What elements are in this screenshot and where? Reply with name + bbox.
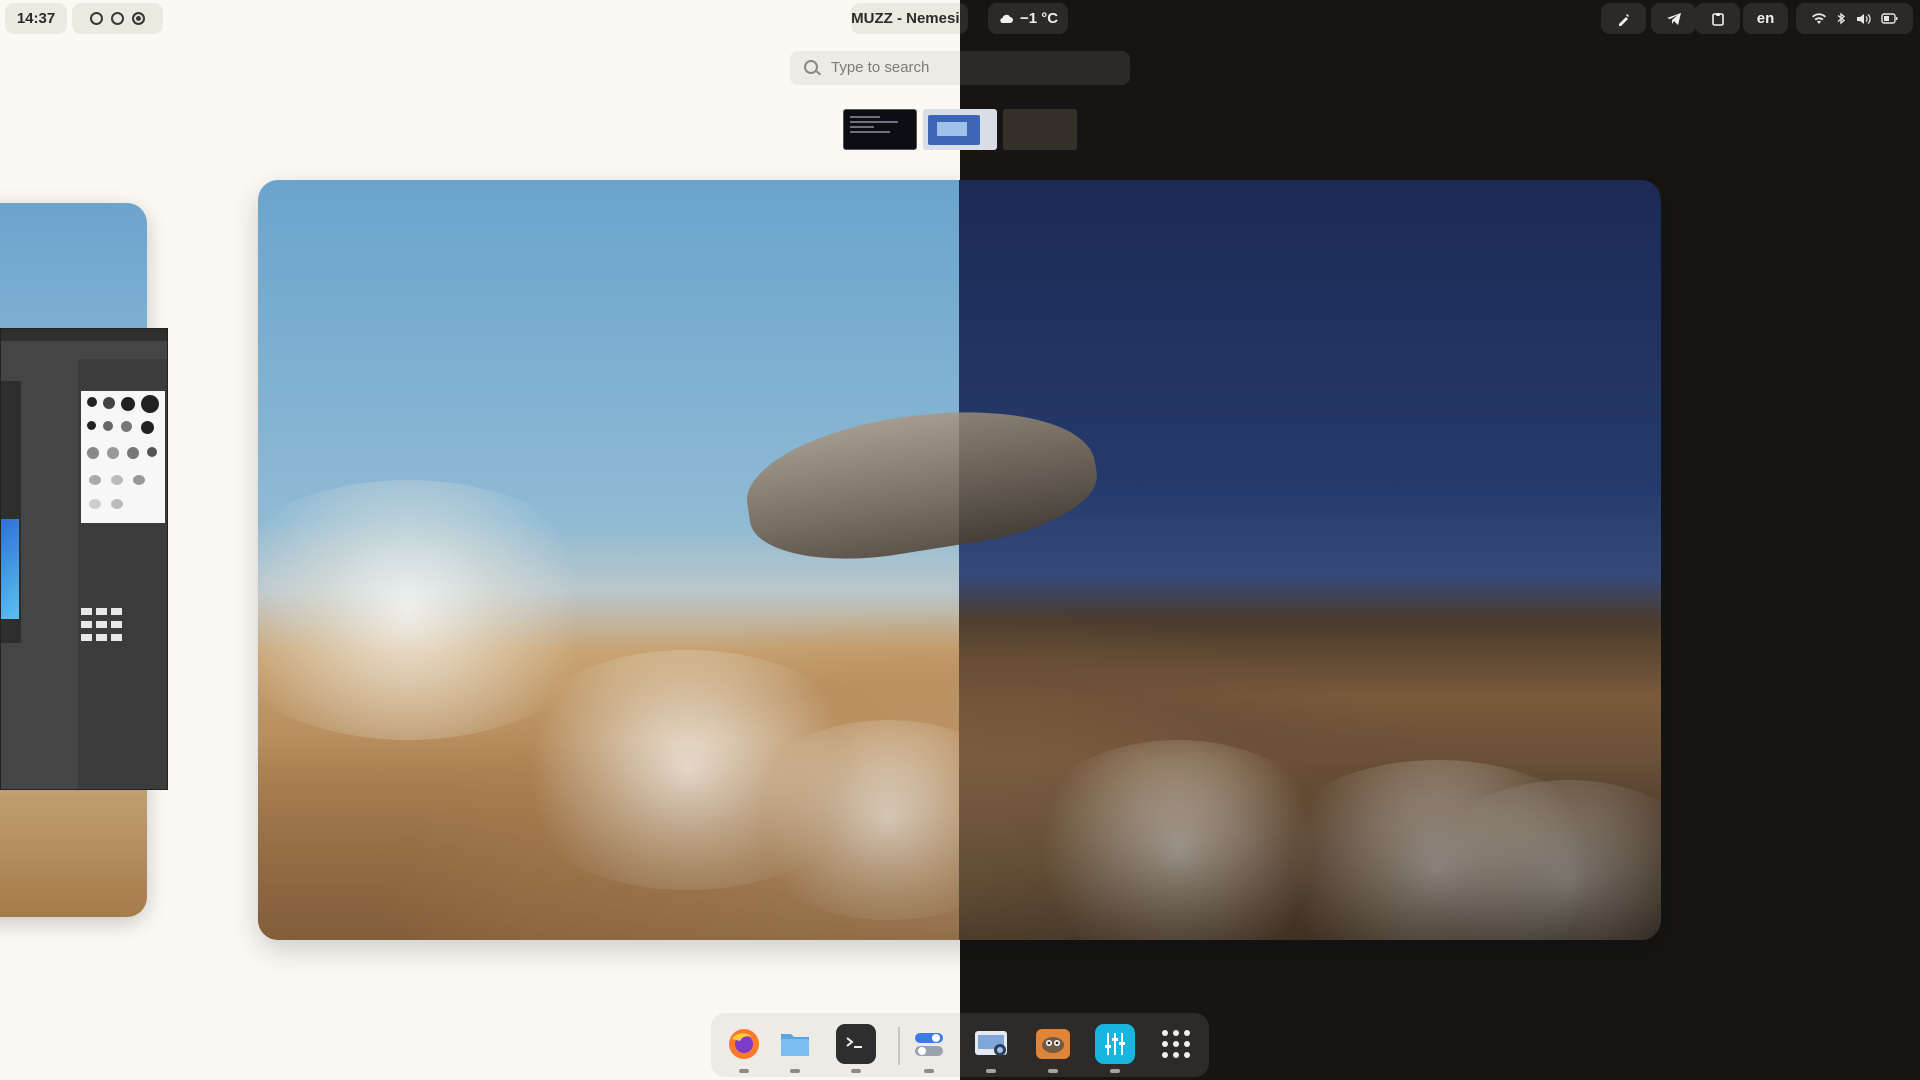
media-title: MUZZ - Nemesis	[851, 10, 968, 27]
search-placeholder: Type to search	[831, 59, 930, 76]
battery-icon	[1881, 13, 1898, 24]
keyboard-layout-button[interactable]: en	[1743, 3, 1788, 34]
telegram-button[interactable]	[1651, 3, 1696, 34]
show-apps-button[interactable]	[1156, 1024, 1196, 1064]
telegram-icon	[1666, 12, 1681, 25]
workspace-thumbnail-2[interactable]	[923, 109, 997, 150]
gimp-launcher[interactable]	[1033, 1024, 1073, 1064]
main-window-preview[interactable]	[258, 180, 1661, 940]
volume-icon	[1857, 13, 1871, 24]
app-grid-icon	[1162, 1030, 1190, 1058]
brushes-panel	[81, 391, 165, 523]
clipboard-icon	[1711, 12, 1724, 26]
workspace-thumbnail-3[interactable]	[1003, 109, 1077, 150]
equalizer-icon	[1105, 1033, 1125, 1055]
gimp-icon	[1036, 1029, 1070, 1059]
dock	[711, 1013, 1209, 1077]
gimp-window-preview[interactable]	[0, 328, 168, 790]
media-indicator[interactable]: MUZZ - Nemesis	[851, 3, 968, 34]
tweaks-icon	[915, 1033, 943, 1056]
files-launcher[interactable]	[775, 1024, 815, 1064]
weather-indicator[interactable]: −1 °C	[988, 3, 1068, 34]
color-picker-button[interactable]	[1601, 3, 1646, 34]
weather-temp: −1 °C	[1019, 10, 1059, 27]
workspace-dot-3[interactable]	[132, 12, 145, 25]
search-field[interactable]: Type to search	[790, 51, 1130, 85]
workspace-indicator[interactable]	[72, 3, 163, 34]
wifi-icon	[1812, 12, 1826, 24]
firefox-icon	[729, 1029, 759, 1059]
terminal-icon	[846, 1037, 862, 1048]
keyboard-layout-label: en	[1756, 10, 1775, 27]
search-icon	[804, 60, 818, 74]
screenshot-icon	[975, 1031, 1007, 1056]
cloud-icon	[1000, 14, 1013, 23]
clock[interactable]: 14:37	[5, 3, 67, 34]
equalizer-launcher[interactable]	[1095, 1024, 1135, 1064]
system-tray[interactable]	[1796, 3, 1913, 34]
bluetooth-icon	[1837, 12, 1846, 25]
dock-separator	[898, 1027, 900, 1065]
files-icon	[781, 1034, 809, 1056]
workspace-dot-2[interactable]	[111, 12, 124, 25]
screenshot-launcher[interactable]	[971, 1024, 1011, 1064]
tweaks-launcher[interactable]	[909, 1024, 949, 1064]
terminal-launcher[interactable]	[836, 1024, 876, 1064]
color-picker-icon	[1618, 13, 1629, 26]
clipboard-button[interactable]	[1695, 3, 1740, 34]
workspace-dot-1[interactable]	[90, 12, 103, 25]
firefox-launcher[interactable]	[724, 1024, 764, 1064]
workspace-thumbnail-1[interactable]	[843, 109, 917, 150]
